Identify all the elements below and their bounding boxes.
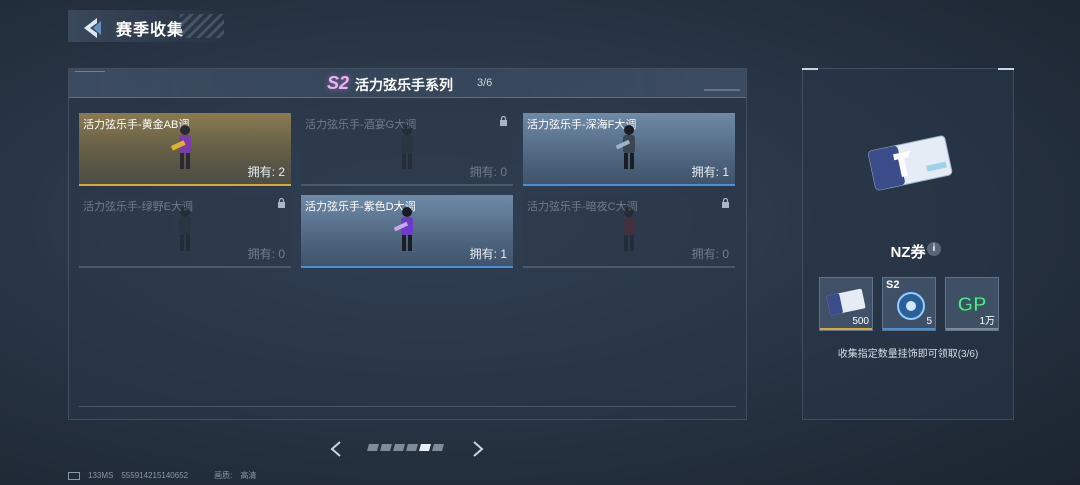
owned-count: 拥有: 2: [247, 165, 285, 179]
character-figure-icon: [623, 207, 635, 251]
panel-header: S2 活力弦乐手系列 3/6: [69, 69, 746, 98]
character-figure-icon: [179, 207, 191, 251]
reward-item-s2[interactable]: S2 5: [882, 277, 936, 331]
page-dot-active[interactable]: [419, 444, 431, 451]
owned-count: 拥有: 1: [691, 165, 729, 179]
rarity-bar: [883, 328, 935, 330]
panel-divider: [79, 406, 736, 407]
reward-item-ticket[interactable]: 500: [819, 277, 873, 331]
page-dot[interactable]: [393, 444, 405, 451]
lock-icon: [722, 198, 729, 208]
user-id: 555914215140652: [121, 471, 189, 480]
reward-item-gp[interactable]: GP 1万: [945, 277, 999, 331]
lock-icon: [500, 116, 507, 126]
card-0[interactable]: 活力弦乐手-黄金AB调 拥有: 2: [79, 113, 291, 186]
card-2[interactable]: 活力弦乐手-深海F大调 拥有: 1: [523, 113, 735, 186]
reward-title: NZ券: [890, 244, 926, 261]
decor-corner: [75, 71, 105, 76]
decor-line: [704, 89, 740, 91]
network-icon: [68, 471, 80, 480]
card-3[interactable]: 活力弦乐手-绿野E大调 拥有: 0: [79, 195, 291, 268]
nz-ticket-icon: [868, 135, 953, 191]
reward-description: 收集指定数量挂饰即可领取(3/6): [837, 349, 979, 360]
page-dot[interactable]: [367, 444, 379, 451]
reward-panel: NZ券 i 500 S2 5 GP 1万 收集指定数量挂饰即可领取(3/6): [802, 68, 1014, 420]
rarity-bar: [79, 184, 291, 186]
quality-value: 高清: [240, 471, 257, 480]
series-count: 3/6: [477, 77, 493, 89]
chevron-left-icon[interactable]: [328, 440, 344, 458]
character-figure-icon: [393, 207, 413, 251]
character-figure-icon: [615, 125, 635, 169]
reward-qty: 5: [926, 316, 932, 327]
season-badge: S2: [327, 73, 350, 93]
ping-value: 133MS: [88, 471, 114, 480]
card-4[interactable]: 活力弦乐手-紫色D大调 拥有: 1: [301, 195, 513, 268]
rarity-bar: [301, 266, 513, 268]
card-1[interactable]: 活力弦乐手-酒宴G大调 拥有: 0: [301, 113, 513, 186]
quality-label: 画质:: [214, 471, 233, 480]
chevron-right-icon[interactable]: [470, 440, 486, 458]
page-dot[interactable]: [406, 444, 418, 451]
status-footer: 133MS 555914215140652 画质: 高清: [68, 470, 256, 481]
rarity-bar: [523, 266, 735, 268]
character-figure-icon: [401, 125, 413, 169]
info-icon[interactable]: i: [927, 242, 941, 256]
owned-count: 拥有: 0: [469, 165, 507, 179]
page-title: 赛季收集: [116, 22, 185, 39]
back-button[interactable]: [78, 14, 106, 42]
rarity-bar: [301, 184, 513, 186]
reward-qty: 500: [852, 316, 869, 327]
page-indicator: [367, 444, 444, 451]
owned-count: 拥有: 0: [247, 247, 285, 261]
rarity-bar: [523, 184, 735, 186]
decor-stripes: [180, 14, 224, 38]
series-name: 活力弦乐手系列: [355, 77, 453, 93]
character-figure-icon: [170, 125, 191, 169]
rarity-bar: [820, 328, 872, 330]
page-dot[interactable]: [432, 444, 444, 451]
back-arrow-icon: [84, 18, 101, 38]
owned-count: 拥有: 0: [691, 247, 729, 261]
owned-count: 拥有: 1: [469, 247, 507, 261]
page-dot[interactable]: [380, 444, 392, 451]
card-5[interactable]: 活力弦乐手-暗夜C大调 拥有: 0: [523, 195, 735, 268]
collection-panel: S2 活力弦乐手系列 3/6 活力弦乐手-黄金AB调 拥有: 2 活力弦乐手-酒…: [68, 68, 747, 420]
rarity-bar: [946, 328, 998, 330]
lock-icon: [278, 198, 285, 208]
rarity-bar: [79, 266, 291, 268]
reward-qty: 1万: [979, 316, 995, 327]
reward-tag: S2: [886, 279, 900, 291]
